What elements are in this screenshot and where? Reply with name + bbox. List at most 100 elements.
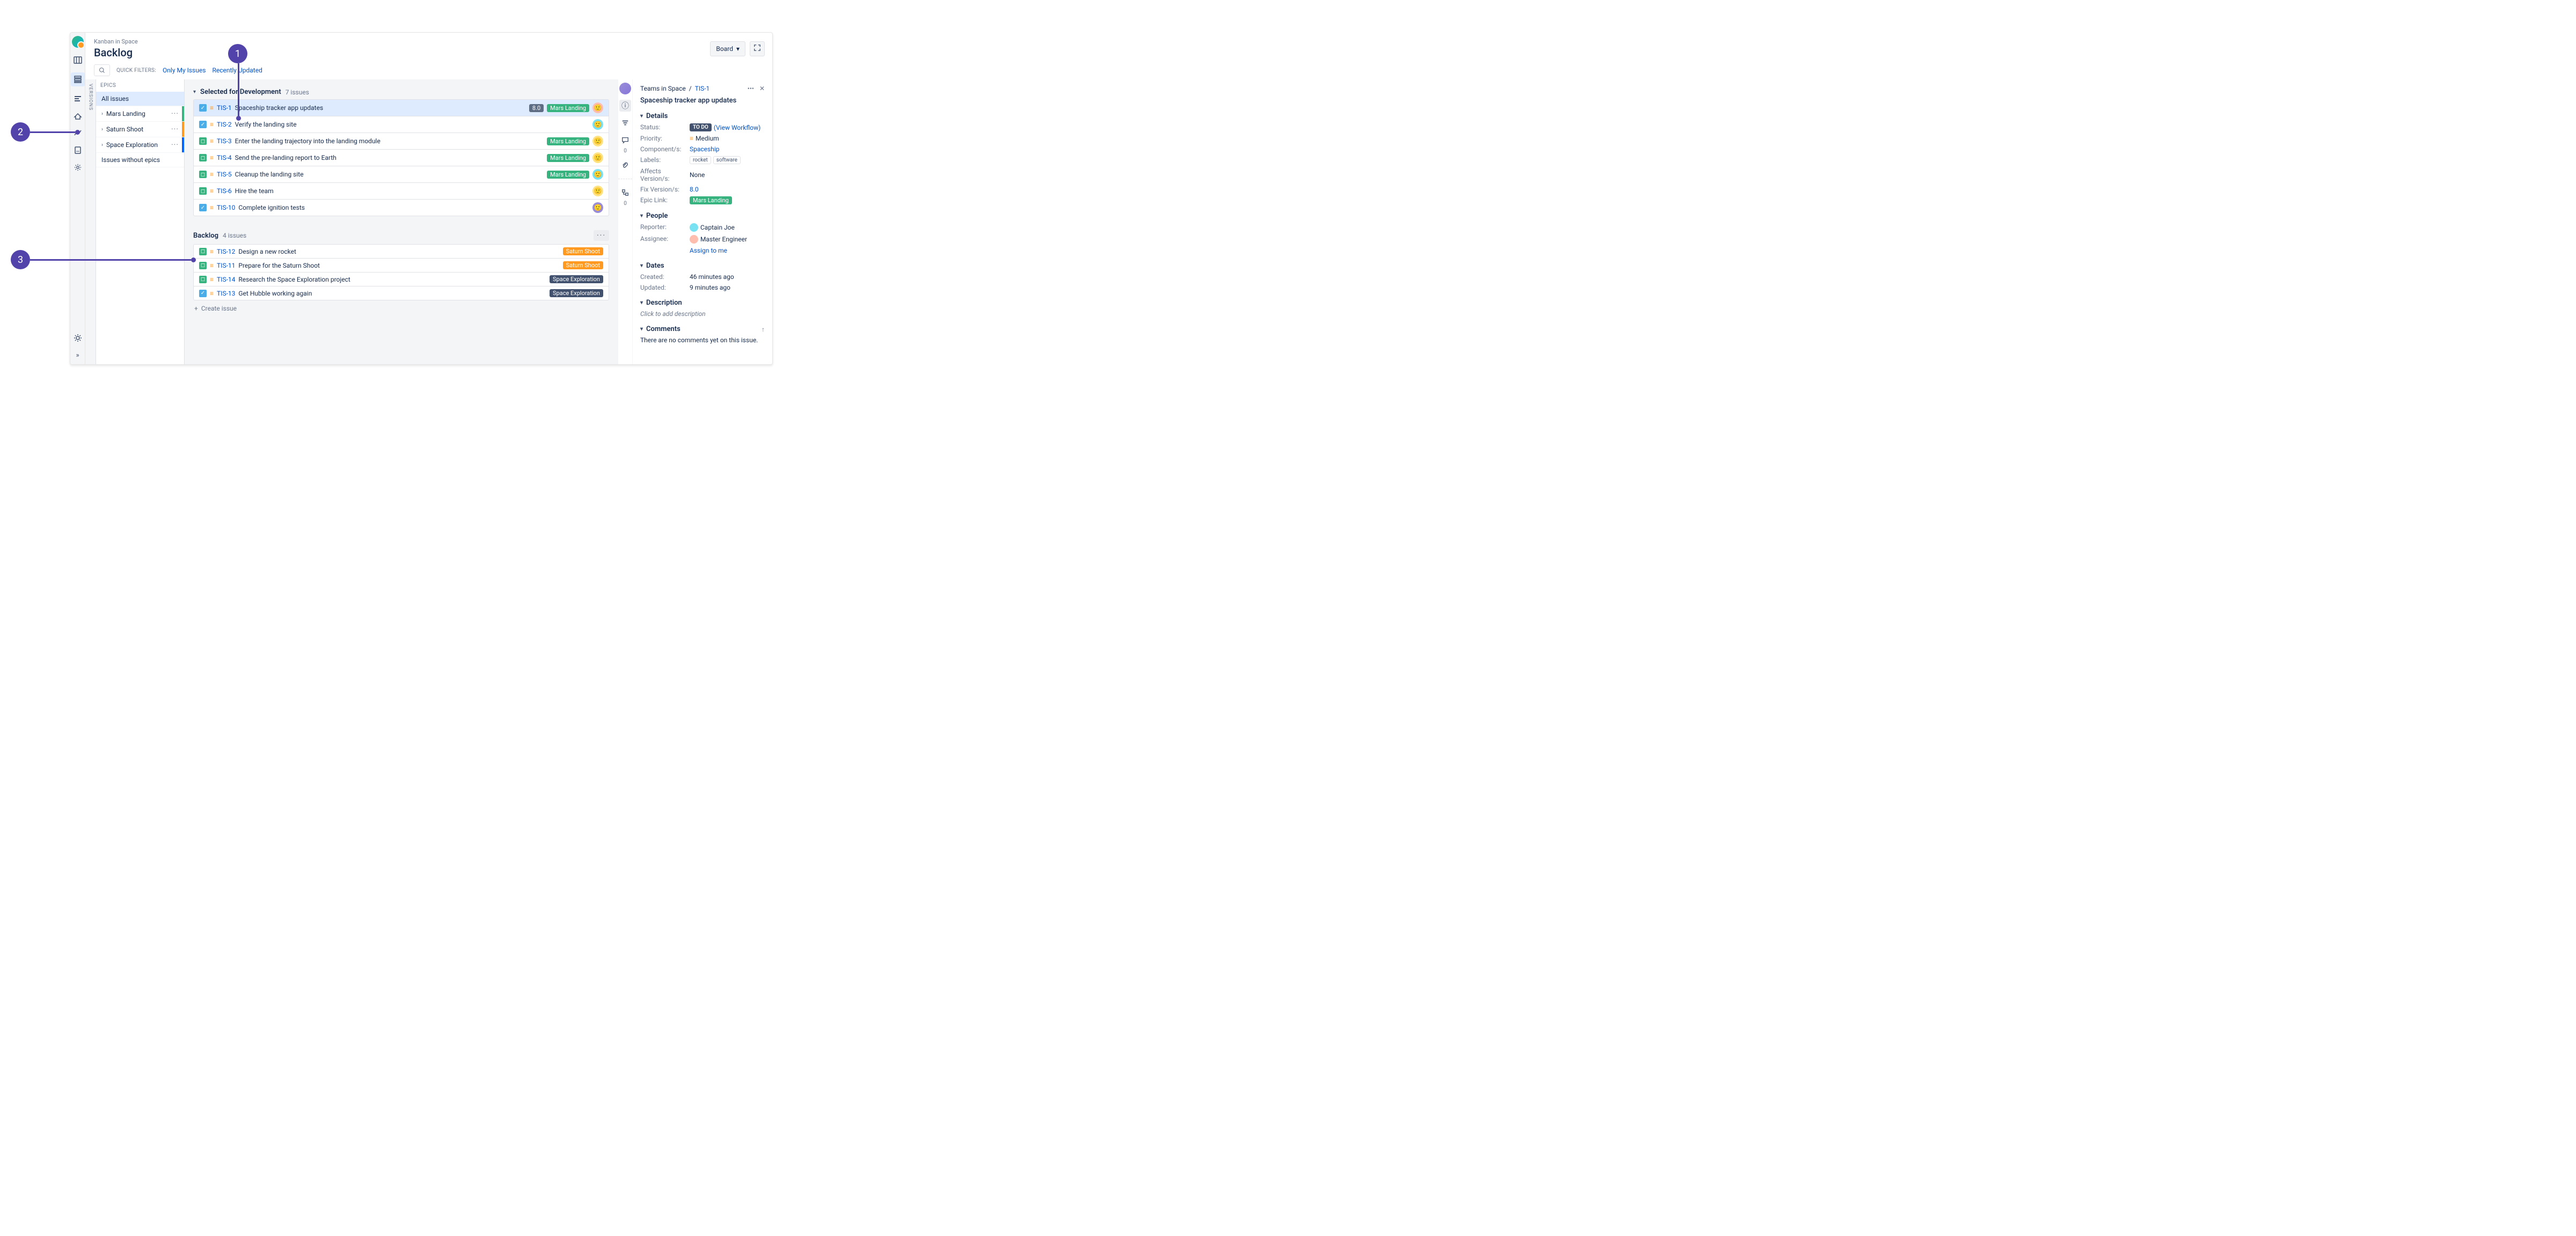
epic-all-issues[interactable]: All issues: [96, 92, 184, 106]
epic-badge: Mars Landing: [547, 104, 589, 112]
comments-icon[interactable]: [619, 134, 631, 146]
people-section-head[interactable]: ▾People: [640, 212, 765, 220]
description-section-head[interactable]: ▾Description: [640, 299, 765, 307]
issue-key[interactable]: TIS-2: [217, 121, 232, 128]
issue-row[interactable]: ◻ ≡ TIS-12 Design a new rocket Saturn Sh…: [194, 245, 609, 259]
settings-icon[interactable]: [73, 333, 83, 343]
quick-filters-label: QUICK FILTERS:: [116, 68, 156, 73]
create-issue-button[interactable]: +Create issue: [193, 300, 609, 317]
pages-icon[interactable]: [73, 145, 83, 155]
epics-header: EPICS: [96, 79, 184, 92]
subtask-icon[interactable]: [619, 187, 631, 198]
more-icon[interactable]: ···: [171, 109, 179, 118]
app-window: » Board ▾ Kanban in Space Backlog QUICK …: [70, 32, 773, 365]
attach-icon[interactable]: [619, 159, 631, 171]
dev-issue-list: ✓ ≡ TIS-1 Spaceship tracker app updates …: [193, 99, 609, 216]
issue-type-icon: ◻: [199, 262, 207, 269]
issue-key[interactable]: TIS-5: [217, 171, 232, 178]
issue-key[interactable]: TIS-12: [217, 248, 235, 255]
dates-section-head[interactable]: ▾Dates: [640, 262, 765, 270]
view-workflow-link[interactable]: (View Workflow): [714, 124, 760, 131]
issue-row[interactable]: ◻ ≡ TIS-4 Send the pre-landing report to…: [194, 150, 609, 166]
versions-panel-collapsed[interactable]: VERSIONS: [85, 79, 96, 364]
release-icon[interactable]: [73, 111, 83, 121]
label-tag[interactable]: rocket: [690, 156, 711, 164]
details-section-head[interactable]: ▾Details: [640, 112, 765, 120]
section-count: 7 issues: [286, 89, 309, 96]
assignee-avatar: 🙂: [592, 102, 603, 113]
filter-icon[interactable]: [619, 117, 631, 129]
info-icon[interactable]: ⓘ: [619, 100, 631, 112]
assignee-avatar: 🙂: [592, 169, 603, 180]
issue-key[interactable]: TIS-4: [217, 154, 232, 161]
filter-only-my-issues[interactable]: Only My Issues: [163, 67, 206, 74]
expand-sidebar-icon[interactable]: »: [73, 350, 83, 360]
search-input[interactable]: [94, 64, 110, 76]
detail-project-avatar[interactable]: [619, 83, 631, 94]
component-link[interactable]: Spaceship: [690, 145, 720, 153]
scroll-top-icon[interactable]: ↑: [762, 326, 765, 333]
breadcrumb-project[interactable]: Teams in Space: [640, 85, 686, 92]
roadmap-icon[interactable]: [73, 94, 83, 104]
assign-to-me-link[interactable]: Assign to me: [690, 247, 727, 254]
epic-space-exploration[interactable]: ›Space Exploration···: [96, 137, 184, 153]
issue-key[interactable]: TIS-6: [217, 187, 232, 195]
priority-icon: ≡: [690, 135, 693, 142]
issue-type-icon: ✓: [199, 204, 207, 211]
epic-badge: Saturn Shoot: [563, 261, 603, 269]
epic-without-epics[interactable]: Issues without epics: [96, 153, 184, 167]
assignee-value: Master Engineer: [700, 236, 747, 243]
backlog-issue-list: ◻ ≡ TIS-12 Design a new rocket Saturn Sh…: [193, 244, 609, 300]
issue-row[interactable]: ◻ ≡ TIS-5 Cleanup the landing site Mars …: [194, 166, 609, 183]
issue-key[interactable]: TIS-10: [217, 204, 235, 211]
issue-row[interactable]: ✓ ≡ TIS-13 Get Hubble working again Spac…: [194, 286, 609, 300]
section-toggle[interactable]: ▾: [193, 89, 196, 95]
issue-summary: Prepare for the Saturn Shoot: [238, 262, 320, 269]
issue-key[interactable]: TIS-13: [217, 290, 235, 297]
issue-row[interactable]: ◻ ≡ TIS-3 Enter the landing trajectory i…: [194, 133, 609, 150]
page-title: Backlog: [94, 46, 764, 59]
issue-row[interactable]: ◻ ≡ TIS-6 Hire the team 🙂: [194, 183, 609, 200]
priority-icon: ≡: [210, 290, 214, 297]
epic-saturn-shoot[interactable]: ›Saturn Shoot···: [96, 122, 184, 137]
epic-badge: Space Exploration: [550, 289, 603, 297]
section-selected-for-dev: ▾ Selected for Development 7 issues: [193, 88, 609, 96]
issue-key[interactable]: TIS-11: [217, 262, 235, 269]
issue-row[interactable]: ✓ ≡ TIS-1 Spaceship tracker app updates …: [194, 100, 609, 116]
priority-icon: ≡: [210, 188, 214, 194]
epic-badge: Mars Landing: [547, 137, 589, 145]
updated-label: Updated:: [640, 284, 690, 291]
backlog-icon[interactable]: [71, 72, 85, 86]
issue-row[interactable]: ✓ ≡ TIS-10 Complete ignition tests 🙂: [194, 200, 609, 216]
issue-row[interactable]: ✓ ≡ TIS-2 Verify the landing site 🙂: [194, 116, 609, 133]
comments-section-head[interactable]: ▾Comments↑: [640, 325, 765, 333]
project-avatar[interactable]: [72, 36, 84, 48]
issue-row[interactable]: ◻ ≡ TIS-11 Prepare for the Saturn Shoot …: [194, 259, 609, 273]
fix-version-link[interactable]: 8.0: [690, 186, 699, 193]
breadcrumb-key[interactable]: TIS-1: [695, 85, 710, 92]
epic-badge: Mars Landing: [547, 154, 589, 162]
close-icon[interactable]: ✕: [759, 85, 765, 92]
settings-small-icon[interactable]: [73, 163, 83, 172]
issue-key[interactable]: TIS-1: [217, 104, 232, 112]
issue-summary: Complete ignition tests: [238, 204, 305, 211]
fullscreen-button[interactable]: [750, 41, 765, 56]
label-tag[interactable]: software: [713, 156, 741, 164]
issue-key[interactable]: TIS-14: [217, 276, 235, 283]
board-dropdown[interactable]: Board ▾: [710, 41, 745, 56]
reporter-value: Captain Joe: [700, 224, 735, 231]
issue-row[interactable]: ◻ ≡ TIS-14 Research the Space Exploratio…: [194, 273, 609, 286]
issue-key[interactable]: TIS-3: [217, 137, 232, 145]
epic-link-badge[interactable]: Mars Landing: [690, 196, 732, 204]
more-icon[interactable]: ···: [171, 125, 179, 134]
issue-summary: Cleanup the landing site: [235, 171, 304, 178]
assignee-avatar: 🙂: [592, 119, 603, 130]
board-icon[interactable]: [73, 55, 83, 65]
description-placeholder[interactable]: Click to add description: [640, 310, 765, 318]
epiclink-label: Epic Link:: [640, 196, 690, 204]
section-more-button[interactable]: ···: [594, 230, 609, 241]
epic-mars-landing[interactable]: ›Mars Landing···: [96, 106, 184, 122]
assignee-avatar: 🙂: [592, 136, 603, 146]
detail-more-icon[interactable]: •••: [748, 85, 754, 92]
more-icon[interactable]: ···: [171, 141, 179, 149]
